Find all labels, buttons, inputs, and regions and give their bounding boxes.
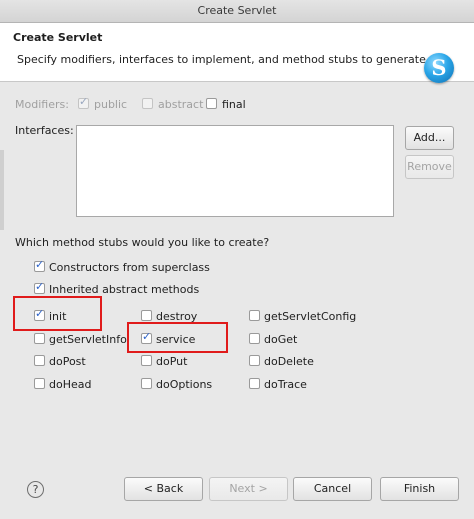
remove-interface-button[interactable]: Remove bbox=[405, 155, 454, 179]
public-checkbox[interactable]: ✓ bbox=[78, 95, 89, 109]
check-icon: ✓ bbox=[35, 258, 45, 271]
dohead-checkbox[interactable] bbox=[34, 378, 45, 389]
dodelete-label: doDelete bbox=[264, 355, 314, 368]
inherited-checkbox[interactable]: ✓ bbox=[34, 280, 45, 294]
check-icon: ✓ bbox=[35, 280, 45, 293]
interfaces-list[interactable] bbox=[76, 125, 394, 217]
stubs-question: Which method stubs would you like to cre… bbox=[15, 236, 270, 249]
servlet-logo-icon: S bbox=[424, 53, 454, 83]
next-button[interactable]: Next > bbox=[209, 477, 288, 501]
final-label: final bbox=[222, 98, 246, 111]
final-checkbox[interactable] bbox=[206, 98, 217, 109]
check-icon: ✓ bbox=[79, 95, 89, 108]
window-title: Create Servlet bbox=[0, 0, 474, 23]
init-highlight-box bbox=[13, 296, 102, 331]
dooptions-label: doOptions bbox=[156, 378, 213, 391]
modifiers-label: Modifiers: bbox=[15, 98, 69, 111]
add-interface-button[interactable]: Add... bbox=[405, 126, 454, 150]
abstract-label: abstract bbox=[158, 98, 204, 111]
wizard-header: Create Servlet Specify modifiers, interf… bbox=[0, 23, 474, 83]
help-icon[interactable]: ? bbox=[27, 481, 44, 498]
background-editor-strip bbox=[0, 150, 4, 230]
cancel-button[interactable]: Cancel bbox=[293, 477, 372, 501]
doget-label: doGet bbox=[264, 333, 298, 346]
inherited-label: Inherited abstract methods bbox=[49, 283, 200, 296]
service-highlight-box bbox=[127, 322, 228, 353]
doput-label: doPut bbox=[156, 355, 188, 368]
getservletinfo-checkbox[interactable] bbox=[34, 333, 45, 344]
dodelete-checkbox[interactable] bbox=[249, 355, 260, 366]
doget-checkbox[interactable] bbox=[249, 333, 260, 344]
public-label: public bbox=[94, 98, 128, 111]
dopost-label: doPost bbox=[49, 355, 86, 368]
dopost-checkbox[interactable] bbox=[34, 355, 45, 366]
destroy-checkbox[interactable] bbox=[141, 310, 152, 321]
dotrace-checkbox[interactable] bbox=[249, 378, 260, 389]
finish-button[interactable]: Finish bbox=[380, 477, 459, 501]
header-description: Specify modifiers, interfaces to impleme… bbox=[17, 53, 430, 66]
dooptions-checkbox[interactable] bbox=[141, 378, 152, 389]
abstract-checkbox[interactable] bbox=[142, 98, 153, 109]
dotrace-label: doTrace bbox=[264, 378, 307, 391]
doput-checkbox[interactable] bbox=[141, 355, 152, 366]
dohead-label: doHead bbox=[49, 378, 92, 391]
getservletconfig-checkbox[interactable] bbox=[249, 310, 260, 321]
getservletinfo-label: getServletInfo bbox=[49, 333, 127, 346]
back-button[interactable]: < Back bbox=[124, 477, 203, 501]
constructors-label: Constructors from superclass bbox=[49, 261, 210, 274]
constructors-checkbox[interactable]: ✓ bbox=[34, 258, 45, 272]
getservletconfig-label: getServletConfig bbox=[264, 310, 357, 323]
interfaces-label: Interfaces: bbox=[15, 124, 74, 137]
header-title: Create Servlet bbox=[13, 31, 103, 44]
